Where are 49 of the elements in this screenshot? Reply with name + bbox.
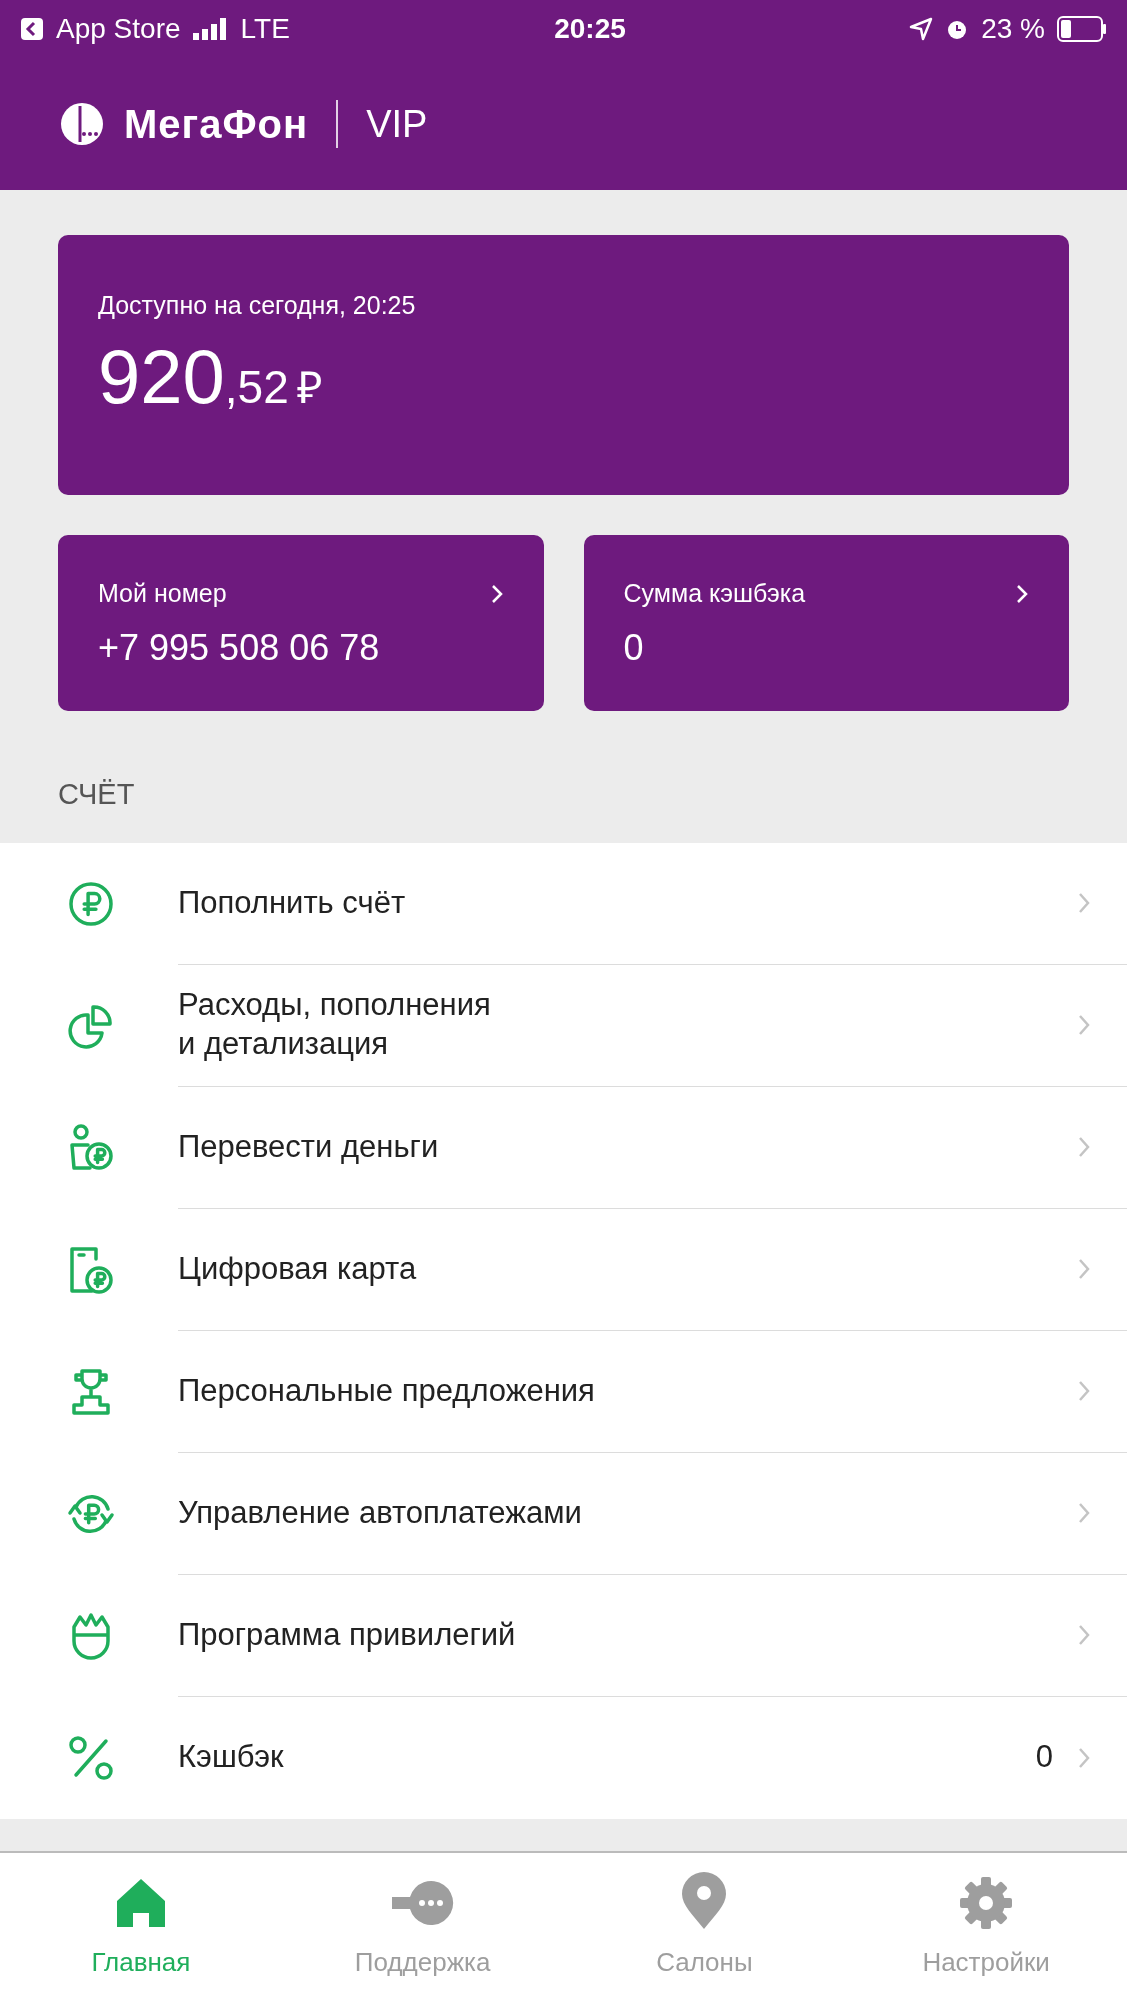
- info-card[interactable]: Мой номер +7 995 508 06 78: [58, 535, 544, 711]
- card-label: Сумма кэшбэка: [623, 578, 806, 609]
- chevron-right-icon: [1077, 1257, 1091, 1281]
- info-card[interactable]: Сумма кэшбэка 0: [583, 535, 1069, 711]
- brand-name: МегаФон: [124, 101, 309, 148]
- battery-percent: 23 %: [981, 12, 1045, 46]
- signal-icon: [192, 18, 229, 40]
- card-label: Мой номер: [98, 578, 227, 609]
- chevron-right-icon: [1077, 891, 1091, 915]
- menu-label: Программа привилегий: [178, 1615, 517, 1654]
- battery-icon: [1057, 16, 1107, 42]
- location-arrow-icon: [909, 17, 934, 41]
- menu-label: Персональные предложения: [178, 1371, 596, 1410]
- back-app-label[interactable]: App Store: [56, 8, 181, 50]
- menu-label: Перевести деньги: [178, 1127, 440, 1166]
- menu-label: Расходы, пополнения и детализация: [178, 986, 492, 1063]
- menu-label: Кэшбэк: [178, 1738, 285, 1777]
- menu-item[interactable]: Перевести деньги: [0, 1086, 1127, 1209]
- menu-label: Пополнить счёт: [178, 883, 407, 922]
- clock: 20:25: [553, 12, 627, 46]
- chevron-right-icon: [1077, 1379, 1091, 1403]
- card-value: +7 995 508 06 78: [98, 625, 381, 670]
- chevron-right-icon: [1077, 1135, 1091, 1159]
- balance-caption: Доступно на сегодня, 20:25: [98, 290, 417, 321]
- menu-item[interactable]: Цифровая карта: [0, 1208, 1127, 1331]
- balance-amount: 920: [98, 332, 225, 421]
- chevron-right-icon: [1077, 1013, 1091, 1037]
- menu-item[interactable]: Программа привилегий: [0, 1574, 1127, 1697]
- chevron-right-icon: [489, 582, 504, 605]
- chevron-right-icon: [1077, 1501, 1091, 1525]
- menu-item[interactable]: Кэшбэк 0: [0, 1696, 1127, 1819]
- menu-item[interactable]: Персональные предложения: [0, 1330, 1127, 1453]
- currency-sign: ₽: [296, 361, 323, 414]
- chevron-right-icon: [1077, 1623, 1091, 1647]
- tier-label: VIP: [366, 101, 428, 147]
- section-title: СЧЁТ: [58, 777, 136, 812]
- menu-label: Управление автоплатежами: [178, 1493, 583, 1532]
- back-icon[interactable]: [20, 17, 44, 41]
- menu-label: Цифровая карта: [178, 1249, 418, 1288]
- balance-fraction: ,52: [224, 359, 289, 415]
- menu-value: 0: [1035, 1738, 1053, 1777]
- menu-item[interactable]: Пополнить счёт: [0, 842, 1127, 965]
- chevron-right-icon: [1015, 582, 1029, 605]
- card-value: 0: [623, 625, 645, 670]
- menu-item[interactable]: Управление автоплатежами: [0, 1452, 1127, 1575]
- menu-item[interactable]: Расходы, пополнения и детализация: [0, 964, 1127, 1087]
- settings-icon: [958, 1874, 1015, 1931]
- brand-logo-icon: [60, 102, 104, 146]
- network-label: LTE: [240, 12, 290, 46]
